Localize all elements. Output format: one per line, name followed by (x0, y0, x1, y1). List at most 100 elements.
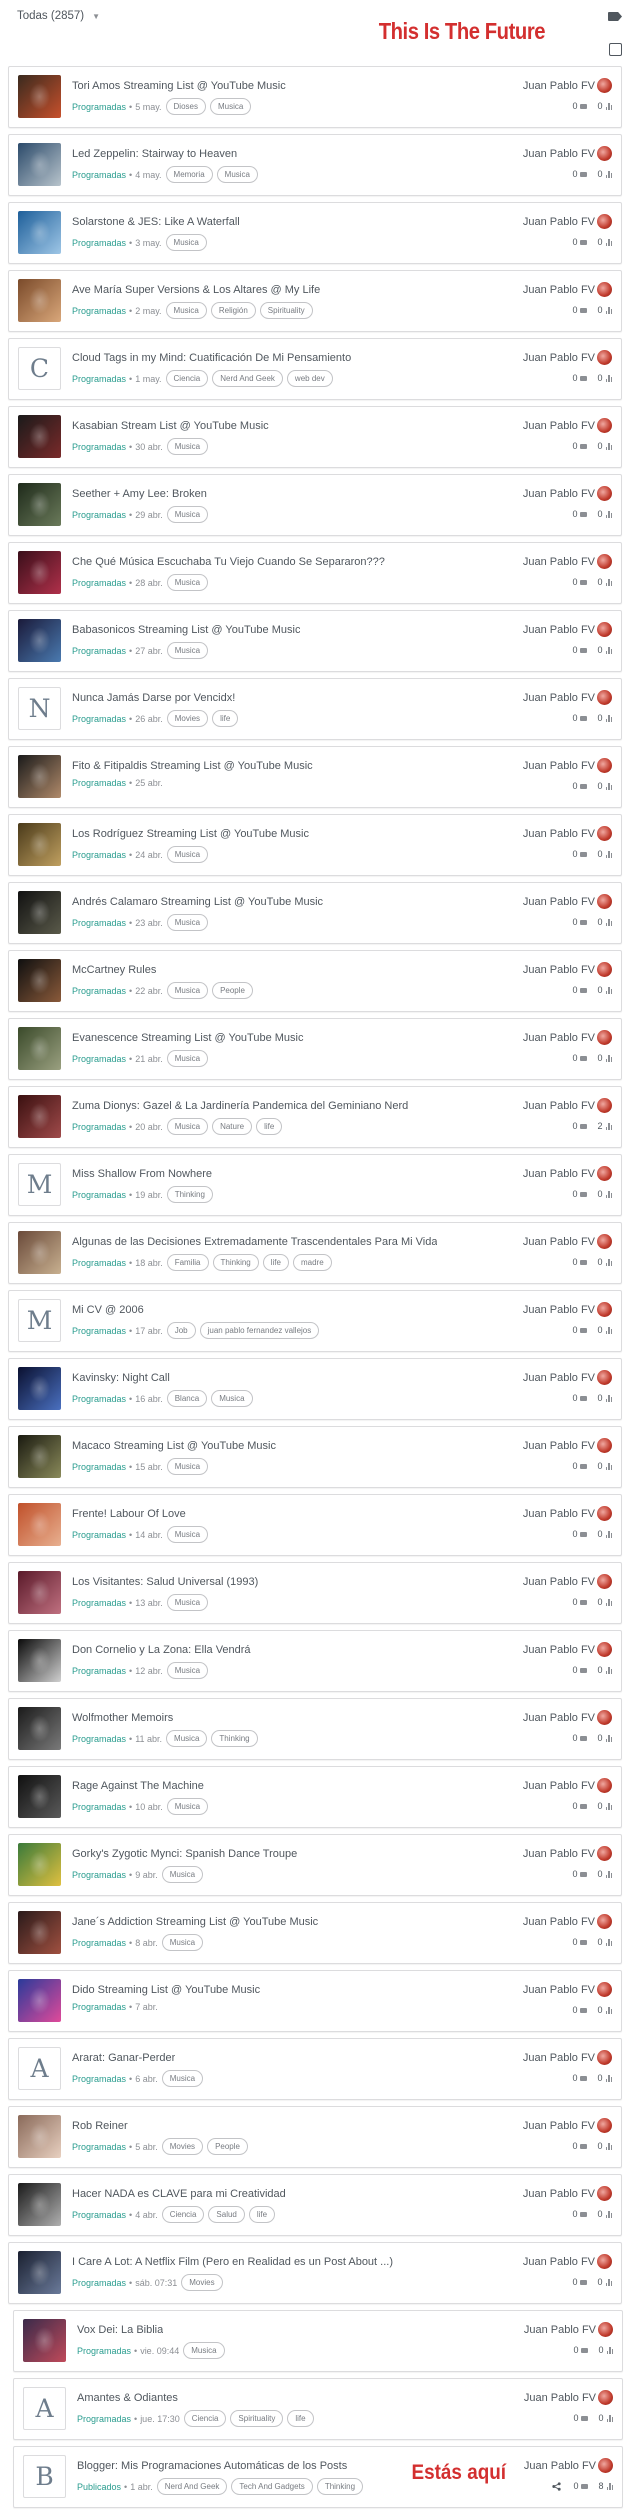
tag-chip[interactable]: Musica (166, 1594, 209, 1611)
post-thumbnail[interactable]: A (18, 2047, 61, 2090)
post-author[interactable]: Juan Pablo FV (523, 1372, 595, 1384)
stats-bar-icon[interactable] (605, 510, 612, 518)
post-title-link[interactable]: Cloud Tags in my Mind: Cuatificación De … (72, 352, 351, 364)
post-thumbnail[interactable]: C (18, 347, 61, 390)
comment-icon[interactable] (580, 2279, 588, 2285)
post-author[interactable]: Juan Pablo FV (523, 1848, 595, 1860)
post-status[interactable]: Programadas (72, 1122, 126, 1132)
stats-bar-icon[interactable] (605, 306, 612, 314)
post-thumbnail[interactable] (18, 1979, 61, 2022)
author-avatar[interactable] (597, 282, 612, 297)
post-row[interactable]: Macaco Streaming List @ YouTube Music Pro… (8, 1426, 622, 1488)
post-thumbnail[interactable] (18, 1843, 61, 1886)
comment-icon[interactable] (580, 1123, 588, 1129)
stats-bar-icon[interactable] (605, 1394, 612, 1402)
post-status[interactable]: Programadas (72, 306, 126, 316)
post-author[interactable]: Juan Pablo FV (523, 1032, 595, 1044)
post-row[interactable]: Jane´s Addiction Streaming List @ YouTub… (8, 1902, 622, 1964)
post-status[interactable]: Programadas (72, 170, 126, 180)
tag-chip[interactable]: Musica (166, 1050, 209, 1067)
author-avatar[interactable] (597, 1370, 612, 1385)
author-avatar[interactable] (597, 1642, 612, 1657)
comment-icon[interactable] (580, 307, 588, 313)
tag-chip[interactable]: Spirituality (259, 302, 313, 319)
post-thumbnail[interactable] (18, 211, 61, 254)
post-row[interactable]: Seether + Amy Lee: Broken Programadas • 29 … (8, 474, 622, 536)
post-author[interactable]: Juan Pablo FV (523, 828, 595, 840)
post-author[interactable]: Juan Pablo FV (523, 1576, 595, 1588)
tag-chip[interactable]: Musica (165, 234, 207, 251)
stats-bar-icon[interactable] (605, 374, 612, 382)
stats-bar-icon[interactable] (606, 2414, 613, 2422)
author-avatar[interactable] (597, 1438, 612, 1453)
post-status[interactable]: Programadas (72, 374, 126, 384)
post-status[interactable]: Programadas (72, 1938, 126, 1948)
comment-icon[interactable] (580, 1463, 588, 1469)
comment-icon[interactable] (580, 2007, 588, 2013)
post-status[interactable]: Programadas (72, 1190, 126, 1200)
post-author[interactable]: Juan Pablo FV (523, 216, 595, 228)
comment-icon[interactable] (581, 2483, 589, 2489)
post-status[interactable]: Programadas (72, 646, 126, 656)
post-title-link[interactable]: Miss Shallow From Nowhere (72, 1168, 212, 1180)
post-row[interactable]: Kavinsky: Night Call Programadas • 16 abr. B… (8, 1358, 622, 1420)
post-row[interactable]: M Miss Shallow From Nowhere Programadas • 19… (8, 1154, 622, 1216)
post-thumbnail[interactable] (18, 1095, 61, 1138)
post-author[interactable]: Juan Pablo FV (523, 2188, 595, 2200)
stats-bar-icon[interactable] (605, 1734, 612, 1742)
post-status[interactable]: Programadas (72, 102, 126, 112)
post-title-link[interactable]: Los Visitantes: Salud Universal (1993) (72, 1576, 258, 1588)
post-row[interactable]: B Blogger: Mis Programaciones Automáticas… (13, 2446, 623, 2508)
author-avatar[interactable] (597, 146, 612, 161)
post-title-link[interactable]: Kasabian Stream List @ YouTube Music (72, 420, 269, 432)
post-status[interactable]: Programadas (72, 1870, 126, 1880)
comment-icon[interactable] (580, 1599, 588, 1605)
comment-icon[interactable] (580, 987, 588, 993)
comment-icon[interactable] (580, 1803, 588, 1809)
post-title-link[interactable]: Hacer NADA es CLAVE para mi Creatividad (72, 2188, 286, 2200)
post-title-link[interactable]: Rage Against The Machine (72, 1780, 204, 1792)
post-author[interactable]: Juan Pablo FV (523, 1236, 595, 1248)
tag-chip[interactable]: Thinking (166, 1186, 213, 1203)
post-row[interactable]: Zuma Dionys: Gazel & La Jardinería Pande… (8, 1086, 622, 1148)
post-row[interactable]: Hacer NADA es CLAVE para mi Creatividad P… (8, 2174, 622, 2236)
tag-chip[interactable]: life (212, 710, 239, 727)
author-avatar[interactable] (597, 1030, 612, 1045)
post-author[interactable]: Juan Pablo FV (523, 1304, 595, 1316)
tag-chip[interactable]: life (262, 1254, 289, 1271)
post-title-link[interactable]: Solarstone & JES: Like A Waterfall (72, 216, 240, 228)
post-author[interactable]: Juan Pablo FV (523, 1168, 595, 1180)
tag-chip[interactable]: People (212, 982, 253, 999)
post-author[interactable]: Juan Pablo FV (523, 1780, 595, 1792)
author-avatar[interactable] (597, 826, 612, 841)
comment-icon[interactable] (580, 1327, 588, 1333)
post-row[interactable]: Solarstone & JES: Like A Waterfall Progra… (8, 202, 622, 264)
post-thumbnail[interactable] (18, 1231, 61, 1274)
post-author[interactable]: Juan Pablo FV (523, 284, 595, 296)
author-avatar[interactable] (597, 486, 612, 501)
comment-icon[interactable] (580, 1395, 588, 1401)
tag-chip[interactable]: Ciencia (161, 2206, 205, 2223)
post-status[interactable]: Programadas (72, 2278, 126, 2288)
comment-icon[interactable] (580, 2075, 588, 2081)
stats-bar-icon[interactable] (605, 238, 612, 246)
author-avatar[interactable] (597, 962, 612, 977)
post-row[interactable]: Babasonicos Streaming List @ YouTube Mus… (8, 610, 622, 672)
post-author[interactable]: Juan Pablo FV (523, 2256, 595, 2268)
post-thumbnail[interactable] (18, 1639, 61, 1682)
post-status[interactable]: Programadas (72, 1326, 126, 1336)
comment-icon[interactable] (580, 1055, 588, 1061)
post-thumbnail[interactable] (18, 891, 61, 934)
post-row[interactable]: M Mi CV @ 2006 Programadas • 17 abr. Job juan … (8, 1290, 622, 1352)
post-thumbnail[interactable] (18, 959, 61, 1002)
post-author[interactable]: Juan Pablo FV (523, 2120, 595, 2132)
tag-chip[interactable]: People (207, 2138, 248, 2155)
author-avatar[interactable] (598, 2390, 613, 2405)
stats-bar-icon[interactable] (606, 2482, 613, 2490)
post-title-link[interactable]: Andrés Calamaro Streaming List @ YouTube… (72, 896, 323, 908)
post-status[interactable]: Programadas (72, 778, 126, 788)
post-status[interactable]: Programadas (77, 2346, 131, 2356)
tag-chip[interactable]: Familia (166, 1254, 209, 1271)
tag-chip[interactable]: Salud (208, 2206, 245, 2223)
comment-icon[interactable] (581, 2415, 589, 2421)
